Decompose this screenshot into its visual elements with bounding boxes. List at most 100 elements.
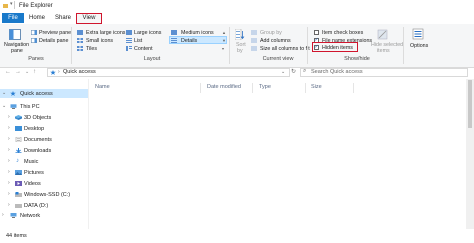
desktop-icon bbox=[15, 126, 22, 131]
tab-home[interactable]: Home bbox=[26, 13, 48, 23]
small-icons-option[interactable]: Small icons bbox=[86, 38, 113, 44]
group-divider bbox=[229, 27, 230, 64]
list-option[interactable]: List bbox=[134, 38, 142, 44]
documents-icon bbox=[15, 137, 22, 142]
up-arrow-icon[interactable]: ↑ bbox=[33, 69, 36, 75]
drive-icon bbox=[15, 192, 22, 197]
title-bar bbox=[0, 0, 474, 12]
nav-item-videos[interactable]: Videos bbox=[24, 181, 41, 187]
layout-scroll-up-icon[interactable]: ▲ bbox=[222, 30, 226, 35]
large-icons-icon bbox=[126, 30, 132, 35]
small-icons-icon bbox=[77, 38, 83, 43]
large-icons-option[interactable]: Large icons bbox=[134, 30, 161, 36]
tiles-icon bbox=[77, 46, 83, 51]
nav-item-data-drive[interactable]: DATA (D:) bbox=[24, 203, 48, 209]
add-columns-button[interactable]: Add columns bbox=[260, 38, 291, 44]
item-check-boxes-checkbox[interactable] bbox=[314, 30, 319, 35]
recent-locations-icon[interactable]: ⌄ bbox=[25, 69, 29, 75]
nav-item-pictures[interactable]: Pictures bbox=[24, 170, 44, 176]
collapse-arrow-icon[interactable]: › bbox=[8, 147, 10, 153]
details-pane-button[interactable]: Details pane bbox=[39, 38, 68, 44]
search-icon: ⌕ bbox=[303, 68, 307, 74]
group-divider bbox=[71, 27, 72, 64]
details-option[interactable]: Details bbox=[181, 38, 197, 44]
preview-pane-icon bbox=[31, 30, 37, 35]
collapse-arrow-icon[interactable]: › bbox=[2, 212, 4, 218]
tab-view[interactable]: View bbox=[76, 13, 102, 24]
group-by-icon bbox=[251, 30, 257, 35]
this-pc-icon bbox=[10, 104, 17, 109]
collapse-arrow-icon[interactable]: › bbox=[8, 202, 10, 208]
refresh-icon[interactable]: ↻ bbox=[291, 68, 296, 75]
details-option-selected[interactable] bbox=[169, 36, 227, 44]
nav-item-downloads[interactable]: Downloads bbox=[24, 148, 51, 154]
address-dropdown-icon[interactable]: ⌄ bbox=[281, 69, 285, 75]
tab-share[interactable]: Share bbox=[52, 13, 74, 23]
navigation-pane-icon bbox=[9, 29, 21, 40]
collapse-arrow-icon[interactable]: › bbox=[8, 169, 10, 175]
hidden-items-checkbox[interactable] bbox=[314, 44, 319, 50]
group-by-button[interactable]: Group by bbox=[260, 30, 282, 36]
layout-expand-icon[interactable]: ▾ bbox=[222, 46, 224, 51]
details-icon bbox=[171, 38, 177, 43]
column-divider[interactable] bbox=[305, 83, 306, 93]
tiles-option[interactable]: Tiles bbox=[86, 46, 97, 52]
status-item-count: 44 items bbox=[6, 233, 27, 239]
column-header-size[interactable]: Size bbox=[311, 84, 322, 90]
videos-icon bbox=[15, 181, 22, 186]
column-header-type[interactable]: Type bbox=[259, 84, 271, 90]
group-divider bbox=[307, 27, 308, 64]
column-divider[interactable] bbox=[353, 83, 354, 93]
extra-large-icons-icon bbox=[77, 30, 83, 35]
size-all-columns-icon bbox=[251, 46, 257, 51]
nav-item-network[interactable]: Network bbox=[20, 213, 40, 219]
column-header-name[interactable]: Name bbox=[95, 84, 110, 90]
search-placeholder: Search Quick access bbox=[311, 69, 363, 75]
nav-item-quick-access[interactable]: Quick access bbox=[20, 91, 53, 97]
options-button[interactable]: Options bbox=[410, 43, 428, 49]
content-option[interactable]: Content bbox=[134, 46, 153, 52]
nav-item-windows-ssd[interactable]: Windows-SSD (C:) bbox=[24, 192, 70, 198]
quick-access-star-icon bbox=[50, 70, 56, 75]
collapse-arrow-icon[interactable]: › bbox=[8, 125, 10, 131]
expand-arrow-icon[interactable]: ⌄ bbox=[2, 103, 6, 109]
title-divider bbox=[14, 1, 15, 9]
collapse-arrow-icon[interactable]: › bbox=[8, 136, 10, 142]
size-all-columns-button[interactable]: Size all columns to fit bbox=[260, 46, 310, 52]
collapse-arrow-icon[interactable]: › bbox=[8, 114, 10, 120]
scrollbar-thumb[interactable] bbox=[468, 80, 472, 128]
forward-arrow-icon[interactable]: → bbox=[15, 69, 21, 75]
nav-item-documents[interactable]: Documents bbox=[24, 137, 52, 143]
panes-group-label: Panes bbox=[28, 56, 44, 62]
navigation-pane-button-line2[interactable]: pane bbox=[11, 48, 23, 54]
collapse-arrow-icon[interactable]: › bbox=[8, 180, 10, 186]
pane-divider[interactable] bbox=[88, 79, 89, 229]
3d-objects-icon bbox=[15, 115, 22, 120]
nav-item-desktop[interactable]: Desktop bbox=[24, 126, 44, 132]
column-divider[interactable] bbox=[252, 83, 253, 93]
list-icon bbox=[126, 38, 132, 43]
details-pane-icon bbox=[31, 38, 37, 43]
music-icon: ♪ bbox=[16, 158, 19, 164]
nav-item-3d-objects[interactable]: 3D Objects bbox=[24, 115, 51, 121]
nav-item-this-pc[interactable]: This PC bbox=[20, 104, 40, 110]
item-check-boxes-label: Item check boxes bbox=[322, 30, 364, 36]
nav-item-music[interactable]: Music bbox=[24, 159, 38, 165]
tab-file[interactable]: File bbox=[2, 13, 24, 23]
add-columns-icon bbox=[251, 38, 257, 43]
column-divider[interactable] bbox=[200, 83, 201, 93]
expand-arrow-icon[interactable]: ⌄ bbox=[2, 90, 6, 96]
folder-icon bbox=[3, 4, 8, 8]
preview-pane-button[interactable]: Preview pane bbox=[39, 30, 71, 36]
address-path[interactable]: Quick access bbox=[63, 69, 96, 75]
collapse-arrow-icon[interactable]: › bbox=[8, 158, 10, 164]
breadcrumb-chevron-icon[interactable]: › bbox=[58, 69, 60, 75]
layout-scroll-down-icon[interactable]: ▼ bbox=[222, 38, 226, 43]
hide-selected-items-button-line2[interactable]: items bbox=[377, 48, 390, 54]
collapse-arrow-icon[interactable]: › bbox=[8, 191, 10, 197]
sort-by-button-line2[interactable]: by bbox=[237, 48, 243, 54]
extra-large-icons-option[interactable]: Extra large icons bbox=[86, 30, 125, 36]
back-arrow-icon[interactable]: ← bbox=[5, 69, 11, 75]
column-header-date-modified[interactable]: Date modified bbox=[207, 84, 241, 90]
quick-access-star-icon bbox=[10, 91, 16, 96]
